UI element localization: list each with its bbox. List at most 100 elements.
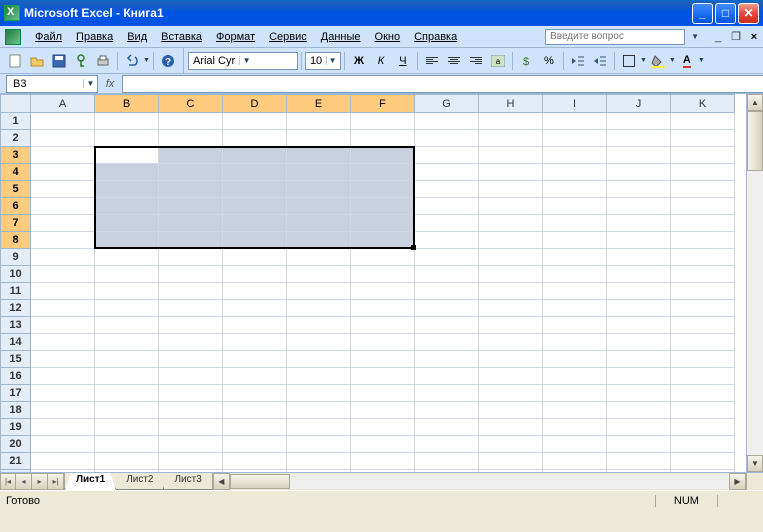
cell-J13[interactable] (607, 317, 671, 334)
cell-J21[interactable] (607, 453, 671, 470)
cell-H14[interactable] (479, 334, 543, 351)
cell-H12[interactable] (479, 300, 543, 317)
cell-K14[interactable] (671, 334, 735, 351)
cell-B21[interactable] (95, 453, 159, 470)
cell-J3[interactable] (607, 147, 671, 164)
cell-H10[interactable] (479, 266, 543, 283)
cell-C20[interactable] (159, 436, 223, 453)
cell-G10[interactable] (415, 266, 479, 283)
cell-A6[interactable] (31, 198, 95, 215)
cell-E13[interactable] (287, 317, 351, 334)
tab-last-button[interactable]: ▸| (48, 473, 64, 490)
cell-G20[interactable] (415, 436, 479, 453)
fontcolor-dropdown-icon[interactable]: ▼ (698, 57, 705, 64)
cell-D20[interactable] (223, 436, 287, 453)
cell-A22[interactable] (31, 470, 95, 473)
cell-G6[interactable] (415, 198, 479, 215)
cell-I10[interactable] (543, 266, 607, 283)
cell-G9[interactable] (415, 249, 479, 266)
menu-format[interactable]: Формат (209, 29, 262, 45)
cell-A21[interactable] (31, 453, 95, 470)
cell-H2[interactable] (479, 130, 543, 147)
cell-K17[interactable] (671, 385, 735, 402)
cell-C15[interactable] (159, 351, 223, 368)
cell-C14[interactable] (159, 334, 223, 351)
cell-F5[interactable] (351, 181, 415, 198)
cell-H18[interactable] (479, 402, 543, 419)
cell-K20[interactable] (671, 436, 735, 453)
row-header-8[interactable]: 8 (1, 232, 31, 249)
cell-K13[interactable] (671, 317, 735, 334)
cell-E2[interactable] (287, 130, 351, 147)
cell-D4[interactable] (223, 164, 287, 181)
row-header-19[interactable]: 19 (1, 419, 31, 436)
cell-G5[interactable] (415, 181, 479, 198)
menu-edit[interactable]: Правка (69, 29, 120, 45)
cell-B6[interactable] (95, 198, 159, 215)
help-button[interactable]: ? (158, 51, 178, 71)
cell-C8[interactable] (159, 232, 223, 249)
cell-A3[interactable] (31, 147, 95, 164)
cell-G3[interactable] (415, 147, 479, 164)
minimize-button[interactable]: _ (692, 3, 713, 24)
cell-G7[interactable] (415, 215, 479, 232)
cell-D9[interactable] (223, 249, 287, 266)
cell-I19[interactable] (543, 419, 607, 436)
cell-D22[interactable] (223, 470, 287, 473)
cell-I15[interactable] (543, 351, 607, 368)
cell-B2[interactable] (95, 130, 159, 147)
cell-A2[interactable] (31, 130, 95, 147)
cell-F8[interactable] (351, 232, 415, 249)
align-center-button[interactable] (444, 51, 464, 71)
cell-I4[interactable] (543, 164, 607, 181)
cell-B4[interactable] (95, 164, 159, 181)
cell-F1[interactable] (351, 113, 415, 130)
cell-B17[interactable] (95, 385, 159, 402)
print-button[interactable] (93, 51, 113, 71)
undo-button[interactable] (122, 51, 142, 71)
cell-A16[interactable] (31, 368, 95, 385)
permission-button[interactable] (71, 51, 91, 71)
cell-G4[interactable] (415, 164, 479, 181)
cell-J16[interactable] (607, 368, 671, 385)
cell-K9[interactable] (671, 249, 735, 266)
cell-H11[interactable] (479, 283, 543, 300)
cell-K8[interactable] (671, 232, 735, 249)
cell-F6[interactable] (351, 198, 415, 215)
cell-E12[interactable] (287, 300, 351, 317)
cell-G19[interactable] (415, 419, 479, 436)
cell-B13[interactable] (95, 317, 159, 334)
sheet-tab-2[interactable]: Лист2 (115, 473, 164, 490)
cell-B7[interactable] (95, 215, 159, 232)
row-header-5[interactable]: 5 (1, 181, 31, 198)
cell-F4[interactable] (351, 164, 415, 181)
cell-H1[interactable] (479, 113, 543, 130)
tab-prev-button[interactable]: ◂ (16, 473, 32, 490)
row-header-22[interactable]: 22 (1, 470, 31, 473)
cell-D15[interactable] (223, 351, 287, 368)
row-header-6[interactable]: 6 (1, 198, 31, 215)
borders-dropdown-icon[interactable]: ▼ (640, 57, 647, 64)
cell-D18[interactable] (223, 402, 287, 419)
cell-D14[interactable] (223, 334, 287, 351)
cell-F14[interactable] (351, 334, 415, 351)
cell-E11[interactable] (287, 283, 351, 300)
cell-J12[interactable] (607, 300, 671, 317)
cell-B11[interactable] (95, 283, 159, 300)
cell-K5[interactable] (671, 181, 735, 198)
row-header-2[interactable]: 2 (1, 130, 31, 147)
cell-H3[interactable] (479, 147, 543, 164)
cell-D10[interactable] (223, 266, 287, 283)
cell-A7[interactable] (31, 215, 95, 232)
cell-B1[interactable] (95, 113, 159, 130)
tab-first-button[interactable]: |◂ (0, 473, 16, 490)
cell-G12[interactable] (415, 300, 479, 317)
cell-E3[interactable] (287, 147, 351, 164)
cell-D7[interactable] (223, 215, 287, 232)
new-button[interactable] (5, 51, 25, 71)
cell-K2[interactable] (671, 130, 735, 147)
cell-G16[interactable] (415, 368, 479, 385)
doc-close-button[interactable]: × (746, 30, 762, 44)
cell-A1[interactable] (31, 113, 95, 130)
cell-E9[interactable] (287, 249, 351, 266)
